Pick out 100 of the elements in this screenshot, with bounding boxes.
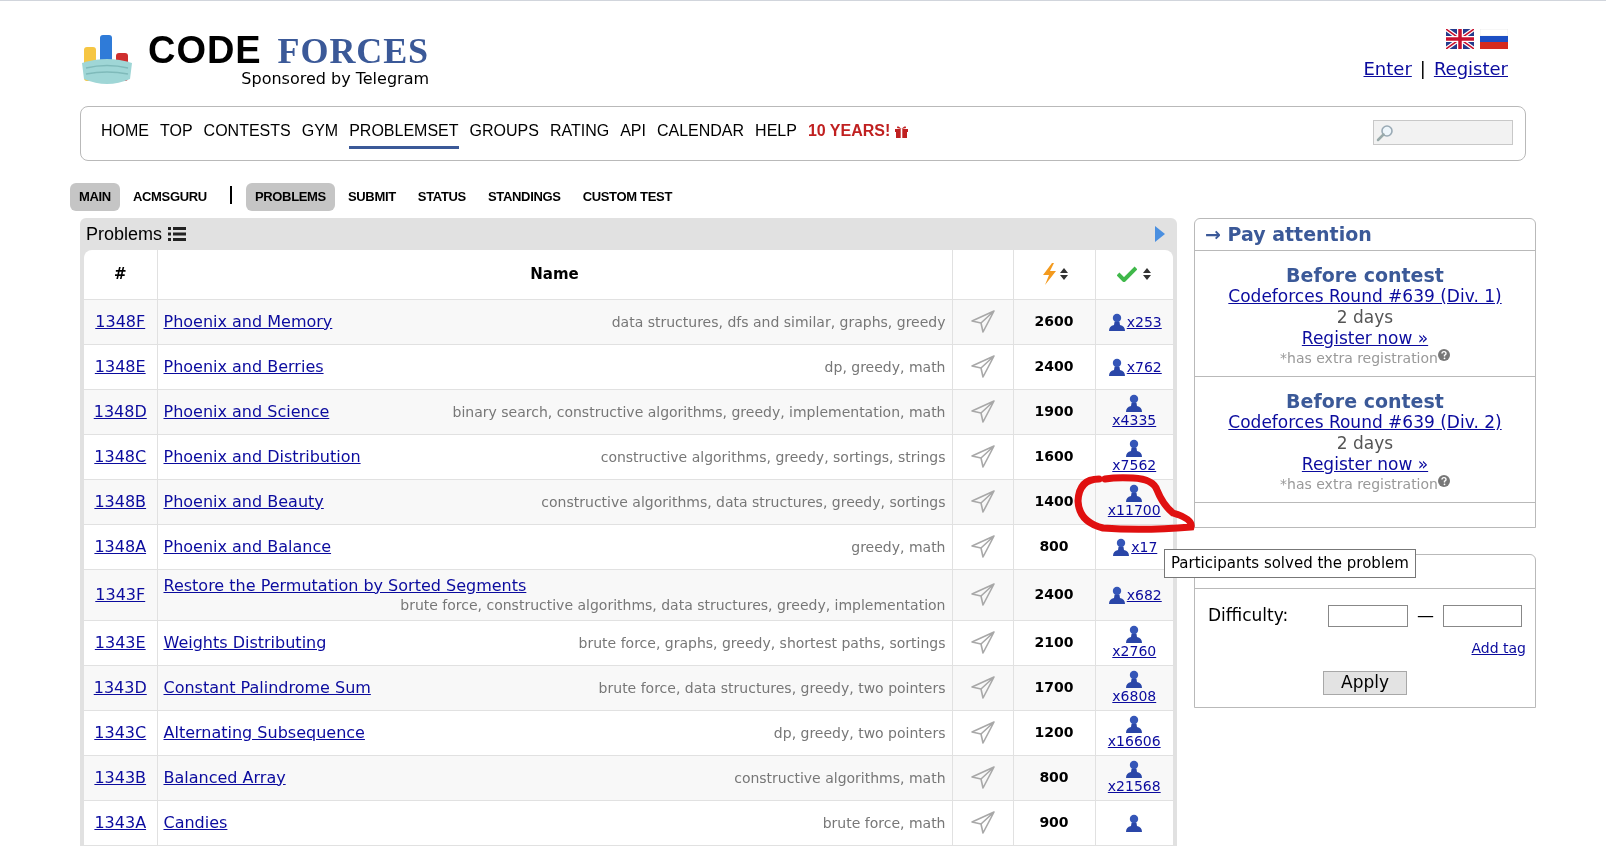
rating-cell: 900 xyxy=(1013,800,1095,845)
subnav-tab[interactable]: MAIN xyxy=(70,183,120,211)
problem-name-link[interactable]: Weights Distributing xyxy=(163,632,327,653)
problem-id-link[interactable]: 1348D xyxy=(93,401,147,421)
send-icon xyxy=(969,309,996,334)
nav-link[interactable]: API xyxy=(620,118,646,149)
send-icon xyxy=(969,765,996,790)
register-now-link[interactable]: Register now » xyxy=(1301,454,1429,475)
tag-list: data structures, dfs and similar, graphs, greedy xyxy=(611,312,946,331)
problem-name-link[interactable]: Phoenix and Beauty xyxy=(163,491,324,512)
gift-icon xyxy=(894,123,910,138)
send-icon xyxy=(969,399,996,424)
search-icon xyxy=(1376,123,1394,142)
solved-count-link[interactable]: x682 xyxy=(1126,586,1162,604)
nav-link[interactable]: CONTESTS xyxy=(203,118,291,149)
person-icon xyxy=(1108,357,1125,376)
rating-cell: 2100 xyxy=(1013,620,1095,665)
rating-cell: 800 xyxy=(1013,524,1095,569)
problem-name-link[interactable]: Phoenix and Science xyxy=(163,401,330,422)
triangle-icon xyxy=(1155,226,1165,242)
send-icon xyxy=(969,489,996,514)
problem-name-link[interactable]: Restore the Permutation by Sorted Segments xyxy=(163,575,527,596)
problem-id-link[interactable]: 1343E xyxy=(94,632,146,652)
send-icon xyxy=(969,810,996,835)
solved-count-link[interactable]: x16606 xyxy=(1107,733,1161,750)
enter-link[interactable]: Enter xyxy=(1363,55,1412,82)
max-difficulty-field[interactable] xyxy=(1443,604,1522,627)
add-tag-link[interactable]: Add tag xyxy=(1471,637,1526,659)
subnav-tab[interactable]: ACMSGURU xyxy=(123,183,216,211)
solved-count-link[interactable]: x253 xyxy=(1126,313,1162,331)
contest-link[interactable]: Codeforces Round #639 (Div. 1) xyxy=(1228,286,1502,307)
problem-id-link[interactable]: 1343B xyxy=(94,767,147,787)
problem-id-link[interactable]: 1343D xyxy=(93,677,147,697)
nav-link[interactable]: RATING xyxy=(549,118,610,149)
nav-link[interactable]: GYM xyxy=(301,118,339,149)
nav-link[interactable]: TOP xyxy=(160,118,193,149)
nav-link[interactable]: HELP xyxy=(755,118,797,149)
problem-name-link[interactable]: Alternating Subsequence xyxy=(163,722,365,743)
problem-name-link[interactable]: Phoenix and Balance xyxy=(163,536,332,557)
search-field[interactable] xyxy=(1373,120,1513,145)
solved-count-link[interactable]: x6808 xyxy=(1112,688,1157,705)
rating-cell: 2600 xyxy=(1013,299,1095,344)
rating-cell: 1900 xyxy=(1013,389,1095,434)
problem-name-link[interactable]: Balanced Array xyxy=(163,767,286,788)
apply-button[interactable]: Apply xyxy=(1323,670,1407,695)
tag-list: brute force, data structures, greedy, two pointers xyxy=(598,678,946,697)
tag-list: constructive algorithms, greedy, sortings, strings xyxy=(600,447,946,466)
problem-name-link[interactable]: Phoenix and Berries xyxy=(163,356,324,377)
help-icon xyxy=(1437,349,1450,361)
person-icon xyxy=(1126,760,1143,778)
field-label: Difficulty: xyxy=(1208,604,1290,627)
rating-cell: 800 xyxy=(1013,755,1095,800)
send-icon xyxy=(969,582,996,607)
solved-count-link[interactable]: x2760 xyxy=(1112,643,1157,660)
problem-name-link[interactable]: Phoenix and Memory xyxy=(163,311,333,332)
countdown-text: 2 days xyxy=(1336,433,1394,454)
problem-id-link[interactable]: 1348C xyxy=(94,446,147,466)
problem-id-link[interactable]: 1348A xyxy=(94,536,147,556)
russia-flag-icon xyxy=(1480,29,1508,49)
problem-id-link[interactable]: 1343F xyxy=(95,584,146,604)
problem-id-link[interactable]: 1348F xyxy=(95,311,146,331)
problem-id-link[interactable]: 1343A xyxy=(94,812,147,832)
tag-list: binary search, constructive algorithms, greedy, implementation, math xyxy=(452,402,946,421)
nav-link[interactable]: GROUPS xyxy=(469,118,539,149)
panel-title: Problems xyxy=(86,222,163,246)
problem-name-link[interactable]: Constant Palindrome Sum xyxy=(163,677,371,698)
subnav-tab[interactable]: PROBLEMS xyxy=(245,183,335,211)
problem-name-link[interactable]: Candies xyxy=(163,812,228,833)
tag-list: brute force, math xyxy=(822,813,946,832)
min-difficulty-field[interactable] xyxy=(1328,604,1408,627)
tooltip: Participants solved the problem xyxy=(1164,549,1416,578)
solved-count-link[interactable]: x21568 xyxy=(1107,778,1161,795)
subnav-tab[interactable]: CUSTOM TEST xyxy=(573,183,681,211)
nav-link[interactable]: PROBLEMSET xyxy=(349,118,459,149)
register-now-link[interactable]: Register now » xyxy=(1301,328,1429,349)
nav-link[interactable]: HOME xyxy=(101,118,149,149)
nav-link[interactable]: CALENDAR xyxy=(656,118,745,149)
contest-heading: Before contest xyxy=(1286,265,1444,286)
send-icon xyxy=(969,675,996,700)
subnav-tab[interactable]: SUBMIT xyxy=(338,183,405,211)
solved-count-link[interactable]: x4335 xyxy=(1112,412,1157,429)
solved-count-link[interactable]: x17 xyxy=(1131,538,1158,556)
subnav-tab[interactable]: STANDINGS xyxy=(478,183,570,211)
problem-id-link[interactable]: 1348E xyxy=(94,356,146,376)
person-icon xyxy=(1113,537,1130,556)
nav-link[interactable]: 10 YEARS! xyxy=(807,118,910,149)
person-icon xyxy=(1126,715,1143,733)
register-link[interactable]: Register xyxy=(1433,55,1508,82)
solved-count-link[interactable]: x7562 xyxy=(1112,457,1157,474)
problem-name-link[interactable]: Phoenix and Distribution xyxy=(163,446,361,467)
solved-count-link[interactable]: x762 xyxy=(1126,358,1162,376)
contest-link[interactable]: Codeforces Round #639 (Div. 2) xyxy=(1228,412,1502,433)
subnav-tab[interactable]: STATUS xyxy=(408,183,475,211)
solved-count-link[interactable]: x11700 xyxy=(1107,502,1161,519)
problem-id-link[interactable]: 1348B xyxy=(94,491,147,511)
countdown-text: 2 days xyxy=(1336,307,1394,328)
problem-id-link[interactable]: 1343C xyxy=(94,722,147,742)
sort-icon xyxy=(1059,268,1068,281)
box-title: → Pay attention xyxy=(1195,219,1535,251)
rating-cell: 1400 xyxy=(1013,479,1095,524)
